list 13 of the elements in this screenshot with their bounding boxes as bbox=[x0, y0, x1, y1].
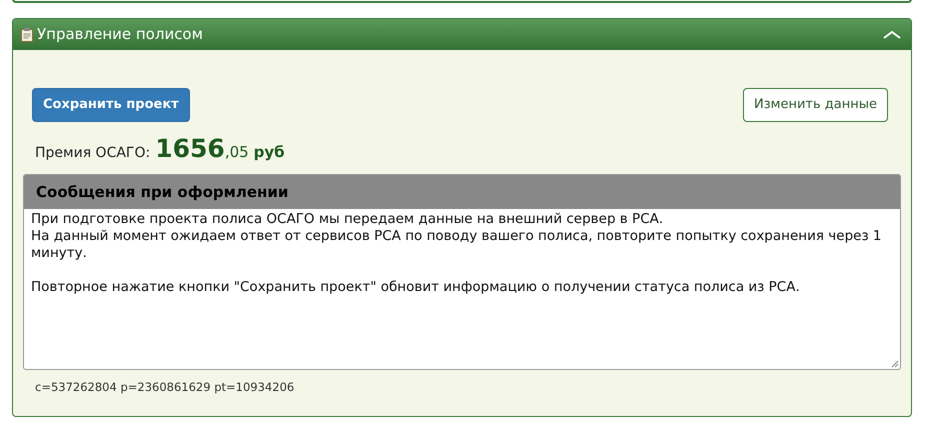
premium-currency: руб bbox=[254, 142, 285, 163]
messages-title: Сообщения при оформлении bbox=[36, 182, 288, 203]
debug-info: c=537262804 p=2360861629 pt=10934206 bbox=[35, 379, 296, 396]
resize-handle-icon[interactable] bbox=[891, 360, 899, 368]
premium-label: Премия ОСАГО: bbox=[35, 144, 150, 163]
panel-title: Управление полисом bbox=[37, 24, 203, 46]
premium-amount: 1656 bbox=[155, 136, 225, 161]
premium-fraction: ,05 bbox=[224, 142, 249, 163]
clipboard-icon bbox=[21, 28, 33, 42]
save-button[interactable]: Сохранить проект bbox=[32, 88, 190, 122]
message-text: Повторное нажатие кнопки "Сохранить проект" обновит информацию о получении статуса полиса из РСА. bbox=[31, 279, 801, 296]
message-text: При подготовке проекта полиса ОСАГО мы передаем данные на внешний сервер в РСА. На данный момент ожидаем ответ от сервисов РСА по поводу вашего полиса, повторите попытку сохранения через 1 минуту. bbox=[31, 211, 883, 262]
edit-button[interactable]: Изменить данные bbox=[743, 88, 888, 122]
